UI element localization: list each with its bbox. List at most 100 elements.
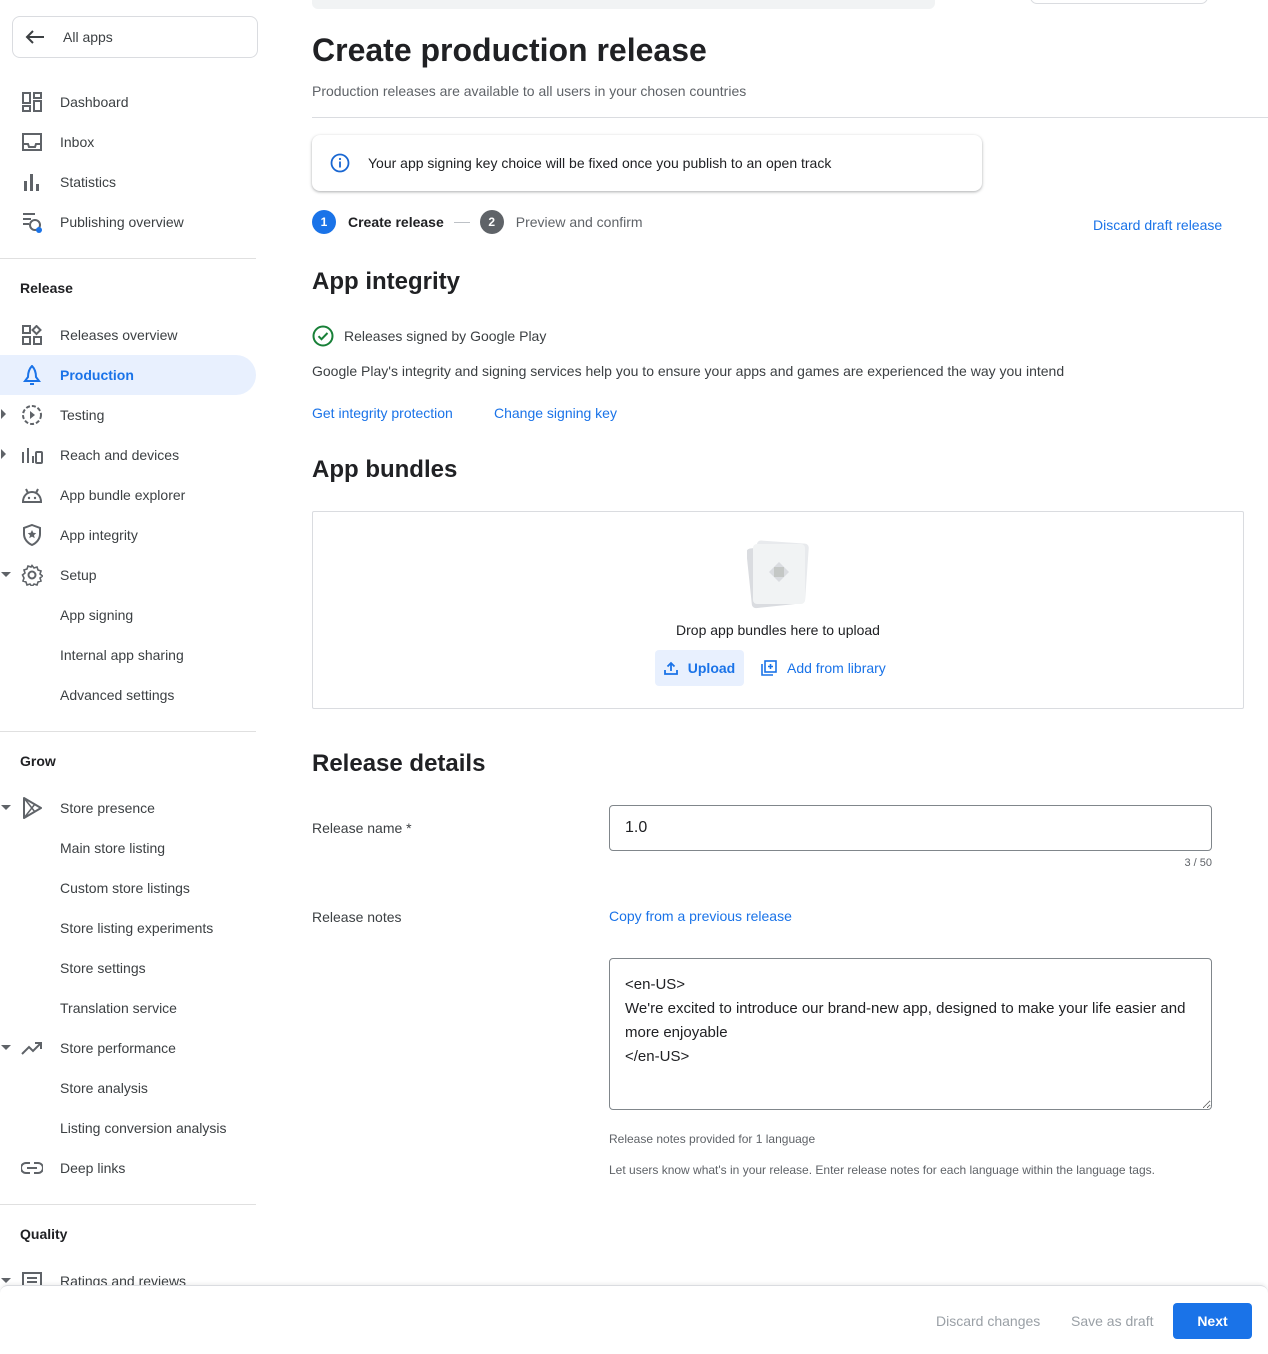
library-add-icon	[761, 660, 777, 676]
testing-icon	[20, 405, 44, 425]
add-from-library-button[interactable]: Add from library	[761, 650, 886, 686]
sidebar-item-label: Releases overview	[60, 327, 178, 343]
android-icon	[20, 485, 44, 505]
sidebar-item-label: Listing conversion analysis	[60, 1120, 227, 1136]
release-details-heading: Release details	[312, 750, 486, 777]
expand-caret-icon[interactable]	[1, 449, 6, 459]
sidebar-item-label: Advanced settings	[60, 687, 175, 703]
sidebar-item-translation-service[interactable]: Translation service	[0, 988, 256, 1028]
release-name-label: Release name *	[312, 820, 412, 836]
sidebar-item-label: Reach and devices	[60, 447, 180, 463]
sidebar-item-store-analysis[interactable]: Store analysis	[0, 1068, 256, 1108]
step-connector	[453, 221, 470, 223]
sidebar-item-internal-app-sharing[interactable]: Internal app sharing	[0, 635, 256, 675]
app-bundles-heading: App bundles	[312, 456, 458, 483]
bundle-drop-zone[interactable]: Drop app bundles here to upload Upload A…	[312, 511, 1244, 709]
inbox-icon	[20, 132, 44, 152]
trending-up-icon	[20, 1038, 44, 1058]
discard-draft-release-link[interactable]: Discard draft release	[1093, 217, 1222, 233]
sidebar-item-store-performance[interactable]: Store performance	[0, 1028, 256, 1068]
get-integrity-protection-link[interactable]: Get integrity protection	[312, 405, 453, 421]
top-account-control[interactable]	[1030, 0, 1208, 4]
sidebar-item-releases-overview[interactable]: Releases overview	[0, 315, 256, 355]
sidebar-item-advanced-settings[interactable]: Advanced settings	[0, 675, 256, 715]
top-search-bar[interactable]	[312, 0, 935, 9]
sidebar-item-store-presence[interactable]: Store presence	[0, 788, 256, 828]
bottom-action-bar: Discard changes Save as draft Next	[0, 1285, 1268, 1354]
sidebar-item-production[interactable]: Production	[0, 355, 256, 395]
sidebar-item-app-bundle-explorer[interactable]: App bundle explorer	[0, 475, 256, 515]
check-circle-icon	[312, 325, 334, 347]
sidebar-item-label: Store analysis	[60, 1080, 148, 1096]
all-apps-label: All apps	[63, 29, 113, 45]
sidebar-item-label: Statistics	[60, 174, 117, 190]
upload-button[interactable]: Upload	[655, 650, 744, 686]
step-1-number: 1	[312, 210, 336, 234]
sidebar-item-custom-store-listings[interactable]: Custom store listings	[0, 868, 256, 908]
copy-previous-release-link[interactable]: Copy from a previous release	[609, 908, 792, 924]
statistics-icon	[20, 172, 44, 192]
expand-caret-icon[interactable]	[1, 409, 6, 419]
sidebar-item-listing-conversion-analysis[interactable]: Listing conversion analysis	[0, 1108, 256, 1148]
next-button[interactable]: Next	[1173, 1303, 1252, 1339]
page-subtitle: Production releases are available to all…	[312, 83, 747, 99]
collapse-caret-icon[interactable]	[1, 572, 11, 577]
collapse-caret-icon[interactable]	[1, 805, 11, 810]
discard-changes-button[interactable]: Discard changes	[936, 1313, 1040, 1329]
release-notes-label: Release notes	[312, 909, 402, 925]
sidebar-item-deep-links[interactable]: Deep links	[0, 1148, 256, 1188]
section-heading-release: Release	[20, 280, 73, 296]
info-banner: Your app signing key choice will be fixe…	[312, 135, 982, 191]
sidebar-item-testing[interactable]: Testing	[0, 395, 256, 435]
sidebar-divider	[0, 258, 256, 259]
sidebar-item-label: Deep links	[60, 1160, 126, 1176]
sidebar-item-store-settings[interactable]: Store settings	[0, 948, 256, 988]
sidebar-item-store-listing-experiments[interactable]: Store listing experiments	[0, 908, 256, 948]
step-1-label[interactable]: Create release	[348, 214, 444, 230]
collapse-caret-icon[interactable]	[1, 1045, 11, 1050]
sidebar-item-inbox[interactable]: Inbox	[0, 122, 256, 162]
collapse-caret-icon[interactable]	[1, 1278, 11, 1283]
sidebar: All apps Dashboard Inbox Statistics Publ…	[0, 0, 268, 1354]
sidebar-item-app-integrity[interactable]: App integrity	[0, 515, 256, 555]
sidebar-item-label: App bundle explorer	[60, 487, 186, 503]
sidebar-item-label: App integrity	[60, 527, 138, 543]
release-notes-count: Release notes provided for 1 language	[609, 1132, 816, 1146]
info-banner-text: Your app signing key choice will be fixe…	[368, 155, 832, 171]
sidebar-item-label: Main store listing	[60, 840, 166, 856]
play-store-icon	[20, 797, 44, 819]
change-signing-key-link[interactable]: Change signing key	[494, 405, 617, 421]
link-icon	[20, 1158, 44, 1178]
all-apps-button[interactable]: All apps	[12, 16, 258, 58]
release-name-input[interactable]	[609, 805, 1212, 851]
sidebar-item-label: Production	[60, 367, 134, 383]
sidebar-item-app-signing[interactable]: App signing	[0, 595, 256, 635]
sidebar-item-label: Inbox	[60, 134, 95, 150]
arrow-back-icon	[25, 30, 44, 44]
release-stepper: 1 Create release 2 Preview and confirm	[312, 209, 643, 235]
section-heading-grow: Grow	[20, 753, 56, 769]
sidebar-item-main-store-listing[interactable]: Main store listing	[0, 828, 256, 868]
signing-status-text: Releases signed by Google Play	[344, 328, 547, 344]
sidebar-item-setup[interactable]: Setup	[0, 555, 256, 595]
releases-overview-icon	[20, 325, 44, 345]
upload-icon	[663, 661, 678, 675]
release-notes-textarea[interactable]: <en-US> We're excited to introduce our b…	[609, 958, 1212, 1110]
sidebar-item-publishing-overview[interactable]: Publishing overview	[0, 202, 256, 242]
sidebar-item-label: Store settings	[60, 960, 146, 976]
integrity-description: Google Play's integrity and signing serv…	[312, 363, 1065, 379]
section-heading-quality: Quality	[20, 1226, 68, 1242]
save-as-draft-button[interactable]: Save as draft	[1071, 1313, 1154, 1329]
production-icon	[20, 365, 44, 385]
sidebar-item-dashboard[interactable]: Dashboard	[0, 82, 256, 122]
sidebar-item-reach-and-devices[interactable]: Reach and devices	[0, 435, 256, 475]
sidebar-item-label: Store listing experiments	[60, 920, 214, 936]
app-bundle-illustration-icon	[747, 540, 809, 609]
app-integrity-heading: App integrity	[312, 268, 460, 295]
publishing-overview-icon	[20, 212, 44, 233]
sidebar-item-label: Internal app sharing	[60, 647, 184, 663]
page-title: Create production release	[312, 32, 707, 68]
sidebar-item-statistics[interactable]: Statistics	[0, 162, 256, 202]
step-2-label[interactable]: Preview and confirm	[516, 214, 643, 230]
sidebar-item-label: Testing	[60, 407, 105, 423]
